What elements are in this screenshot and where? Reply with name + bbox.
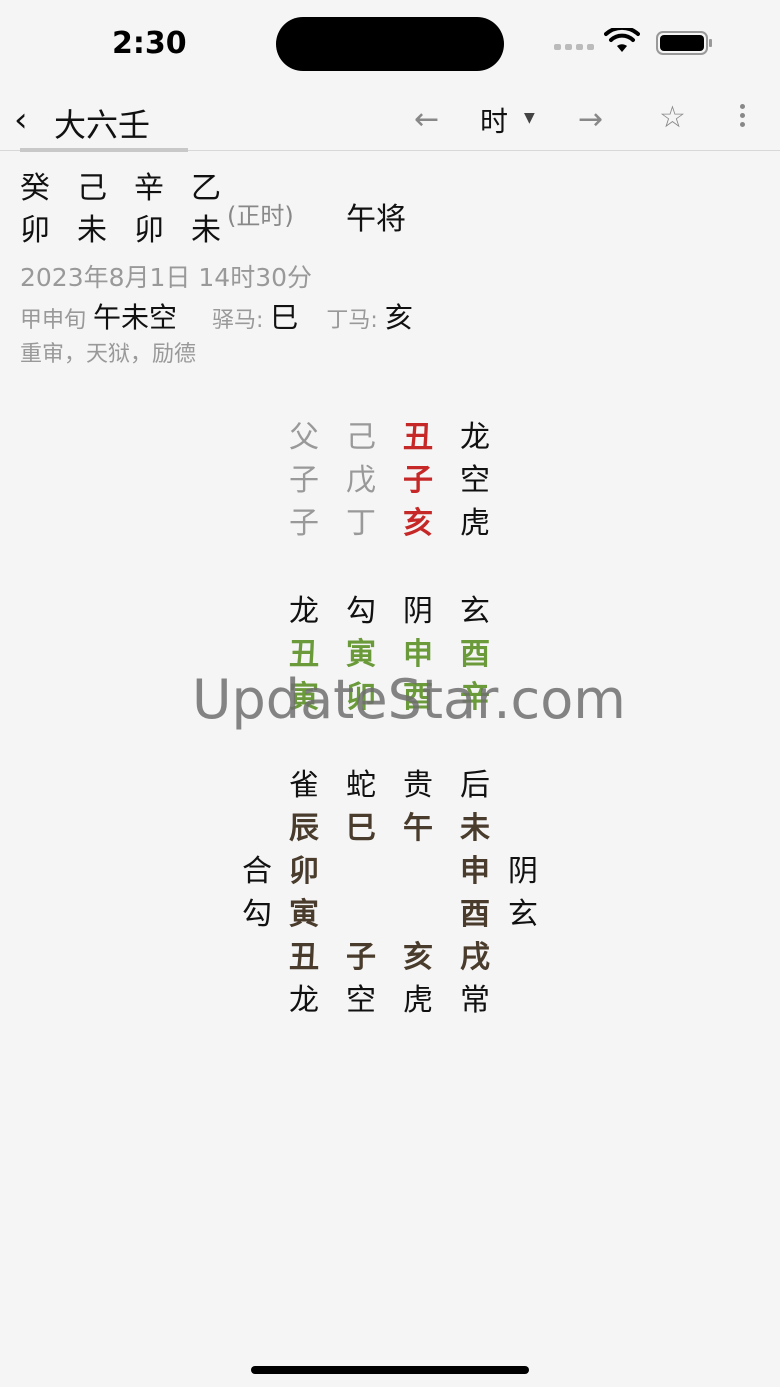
wifi-icon — [604, 28, 640, 52]
tianpan-general: 雀 — [289, 768, 319, 803]
stem-year: 癸 — [20, 171, 50, 206]
nav-bar: ‹ 大六壬 ← 时 ▼ → ☆ — [0, 90, 780, 152]
pillar-stems: 癸己辛乙 — [20, 168, 248, 210]
title-underline — [20, 148, 188, 152]
sanchuan-stem: 己 — [346, 420, 376, 455]
status-time: 2:30 — [112, 26, 187, 61]
dynamic-island — [276, 17, 504, 71]
xun-value: 午未空 — [93, 301, 178, 334]
dingma-value: 亥 — [384, 301, 413, 334]
time-unit-dropdown[interactable]: 时 — [480, 100, 508, 140]
xun-label: 甲申旬 — [20, 308, 87, 333]
yima-label: 驿马: — [212, 308, 264, 333]
tianpan-branch: 酉 — [460, 897, 490, 932]
favorite-button[interactable]: ☆ — [659, 100, 686, 135]
sanchuan-stem: 戊 — [346, 463, 376, 498]
branch-day: 卯 — [134, 213, 164, 248]
sike-general: 阴 — [403, 594, 433, 629]
tianpan-general: 阴 — [508, 854, 538, 889]
tianpan-branch: 巳 — [346, 811, 376, 846]
sanchuan-relation: 父 — [289, 420, 319, 455]
lesson-tags: 重审，天狱，励德 — [20, 342, 197, 367]
sanchuan-relation: 子 — [289, 463, 319, 498]
tianpan-branch: 午 — [403, 811, 433, 846]
battery-icon — [656, 31, 712, 55]
sanchuan-general: 虎 — [460, 506, 490, 541]
dingma-label: 丁马: — [326, 308, 378, 333]
sike-upper: 申 — [403, 637, 433, 672]
tianpan-branch: 丑 — [289, 940, 319, 975]
sanchuan-general: 龙 — [460, 420, 490, 455]
branch-month: 未 — [77, 213, 107, 248]
star-icon: ☆ — [659, 100, 686, 135]
sike-upper: 寅 — [346, 637, 376, 672]
back-button[interactable]: ‹ — [14, 100, 28, 140]
tianpan-general: 贵 — [403, 768, 433, 803]
stem-day: 辛 — [134, 171, 164, 206]
sanchuan-general: 空 — [460, 463, 490, 498]
tianpan-branch: 亥 — [403, 940, 433, 975]
tianpan-general: 后 — [460, 768, 490, 803]
tianpan-general: 虎 — [403, 983, 433, 1018]
arrow-left-icon: ← — [414, 102, 440, 137]
arrow-right-icon: → — [578, 102, 604, 137]
sanchuan-branch: 子 — [403, 463, 433, 498]
sike-upper: 酉 — [460, 637, 490, 672]
zhengshi-label: (正时) — [227, 202, 294, 230]
tianpan-branch: 戌 — [460, 940, 490, 975]
tianpan-branch: 辰 — [289, 811, 319, 846]
sike-general: 玄 — [460, 594, 490, 629]
tianpan-general: 常 — [460, 983, 490, 1018]
tianpan-branch: 子 — [346, 940, 376, 975]
tianpan-general: 合 — [242, 854, 272, 889]
tianpan-general: 玄 — [508, 897, 538, 932]
sanchuan-branch: 亥 — [403, 506, 433, 541]
sike-upper: 丑 — [289, 637, 319, 672]
tianpan-general: 空 — [346, 983, 376, 1018]
sike-general: 勾 — [346, 594, 376, 629]
branch-year: 卯 — [20, 213, 50, 248]
stem-month: 己 — [77, 171, 107, 206]
status-bar: 2:30 — [0, 0, 780, 90]
page-title: 大六壬 — [54, 106, 151, 144]
yima-value: 巳 — [270, 301, 299, 334]
tianpan-branch: 卯 — [289, 854, 319, 889]
yue-jiang: 午将 — [346, 202, 406, 237]
next-button[interactable]: → — [578, 102, 603, 137]
chevron-left-icon: ‹ — [14, 100, 28, 140]
more-button[interactable] — [740, 104, 746, 130]
sanchuan-stem: 丁 — [346, 506, 376, 541]
cellular-signal-icon — [554, 44, 594, 50]
home-indicator[interactable] — [251, 1366, 529, 1374]
pillar-branches: 卯未卯未 — [20, 210, 248, 252]
date-time: 2023年8月1日 14时30分 — [20, 263, 313, 292]
tianpan-general: 蛇 — [346, 768, 376, 803]
tianpan-branch: 申 — [460, 854, 490, 889]
more-vertical-icon — [740, 104, 745, 109]
tianpan-general: 龙 — [289, 983, 319, 1018]
xun-info: 甲申旬 午未空 驿马: 巳 丁马: 亥 — [20, 296, 413, 336]
tianpan-branch: 寅 — [289, 897, 319, 932]
watermark: UpdateStar.com — [192, 668, 626, 731]
tianpan-branch: 未 — [460, 811, 490, 846]
four-pillars: 癸己辛乙 卯未卯未 — [20, 168, 248, 252]
previous-button[interactable]: ← — [414, 102, 439, 137]
sike-general: 龙 — [289, 594, 319, 629]
sanchuan-branch: 丑 — [403, 420, 433, 455]
sanchuan-relation: 子 — [289, 506, 319, 541]
tianpan-general: 勾 — [242, 897, 272, 932]
caret-down-icon[interactable]: ▼ — [524, 110, 535, 126]
